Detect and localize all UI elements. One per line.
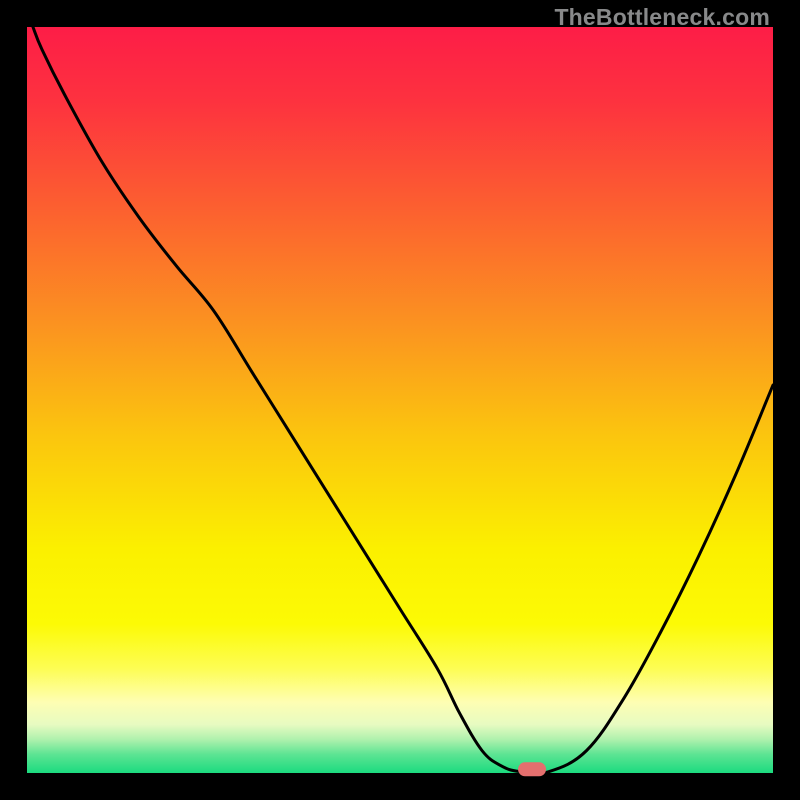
- curve-layer: [27, 27, 773, 773]
- watermark-text: TheBottleneck.com: [554, 4, 770, 31]
- bottleneck-curve: [33, 27, 773, 773]
- plot-frame: [27, 27, 773, 773]
- optimum-marker: [518, 762, 546, 776]
